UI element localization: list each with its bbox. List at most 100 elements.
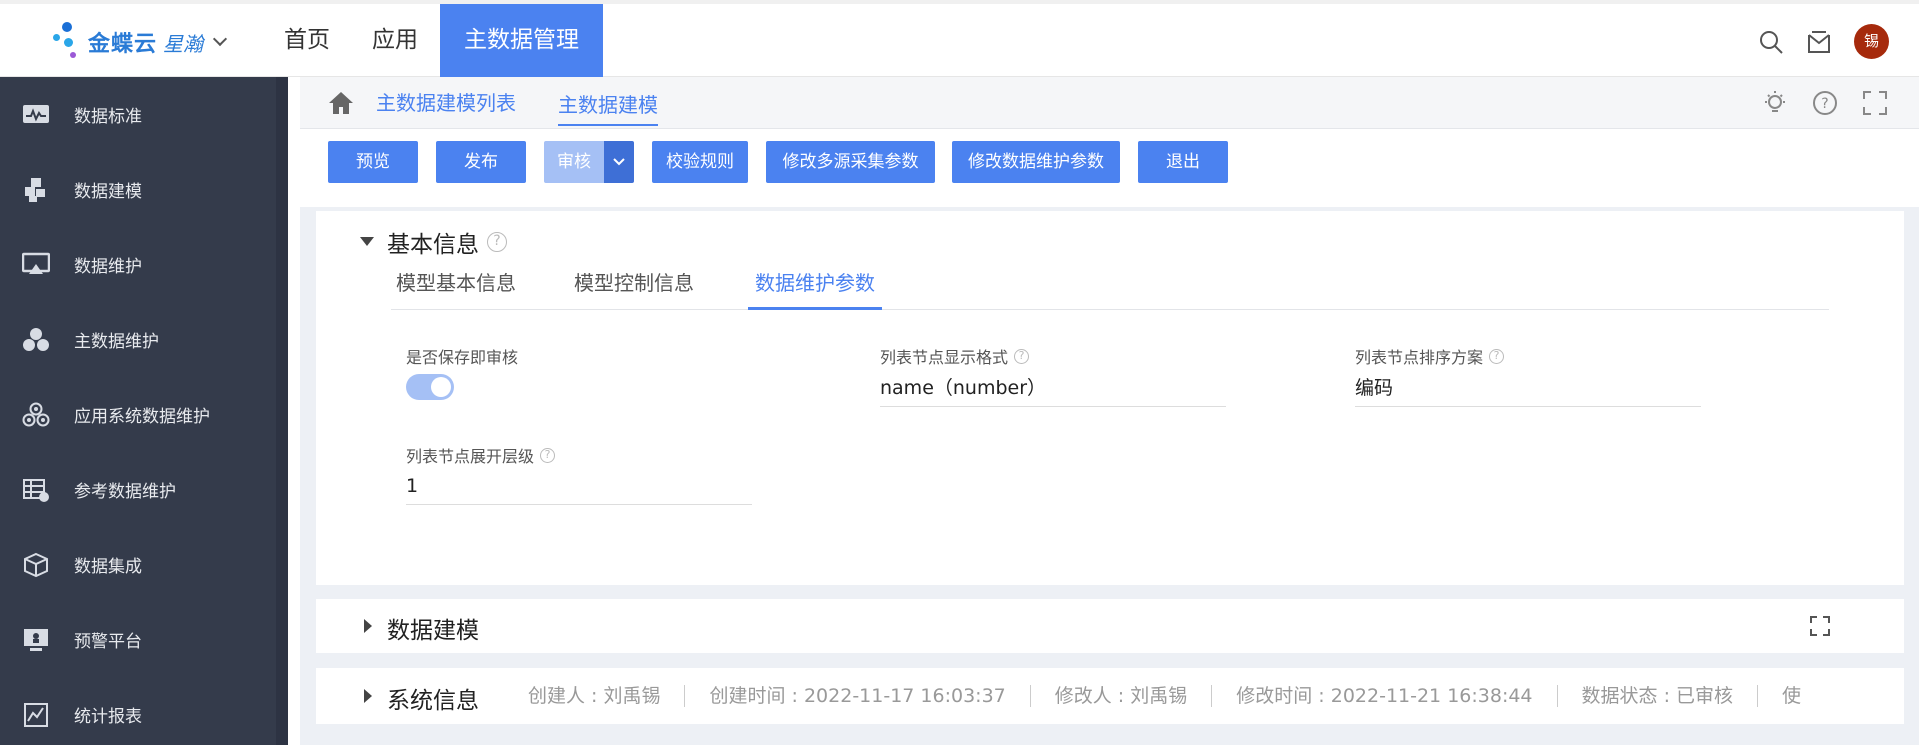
audit-button[interactable]: 审核 (544, 141, 604, 183)
sort-scheme-field[interactable]: 编码 (1355, 371, 1701, 407)
expand-arrow-icon[interactable] (364, 619, 372, 633)
alert-screen-icon (22, 626, 50, 654)
breadcrumb-model-list[interactable]: 主数据建模列表 (376, 77, 516, 129)
sidebar-item-alert-platform[interactable]: 预警平台 (0, 602, 288, 677)
logo-mark-icon (50, 22, 86, 62)
brand-logo[interactable]: 金蝶云 星瀚 (50, 22, 228, 62)
apps-cluster-icon (22, 401, 50, 429)
cluster-icon (22, 326, 50, 354)
help-icon[interactable]: ? (487, 232, 507, 252)
svg-text:?: ? (1821, 96, 1828, 112)
sidebar-item-label: 参考数据维护 (74, 482, 176, 502)
chevron-down-icon[interactable] (212, 31, 228, 47)
display-format-field[interactable]: name（number） (880, 371, 1226, 407)
lightbulb-icon[interactable] (1761, 89, 1789, 117)
fullscreen-icon[interactable] (1861, 89, 1889, 117)
breadcrumb-modeling[interactable]: 主数据建模 (558, 80, 658, 126)
breadcrumb: 主数据建模列表 主数据建模 ? (300, 77, 1919, 129)
sidebar-item-data-standard[interactable]: 数据标准 (0, 77, 288, 152)
home-icon[interactable] (328, 91, 354, 115)
nav-master-data[interactable]: 主数据管理 (440, 4, 603, 77)
top-nav: 首页 应用 主数据管理 (268, 4, 603, 77)
sidebar: 数据标准 数据建模 数据维护 主数据维护 应用系统数据维护 参考数据维护 数据集… (0, 77, 288, 745)
edit-maintenance-params-button[interactable]: 修改数据维护参数 (952, 141, 1120, 183)
creator-info: 创建人 : 刘禹锡 (504, 685, 686, 707)
screen-icon (22, 251, 50, 279)
data-modeling-panel: 数据建模 (316, 599, 1904, 653)
cube-icon (22, 551, 50, 579)
expand-arrow-icon[interactable] (364, 689, 372, 703)
tab-model-basic[interactable]: 模型基本信息 (391, 261, 521, 310)
sidebar-item-app-system-data[interactable]: 应用系统数据维护 (0, 377, 288, 452)
collapse-arrow-icon[interactable] (360, 237, 374, 246)
monitor-wave-icon (22, 101, 50, 129)
publish-button[interactable]: 发布 (436, 141, 526, 183)
exit-button[interactable]: 退出 (1138, 141, 1228, 183)
save-audit-toggle[interactable] (406, 374, 454, 400)
save-audit-label: 是否保存即审核 (406, 344, 518, 368)
sidebar-item-label: 统计报表 (74, 707, 142, 727)
basic-info-title: 基本信息 (387, 232, 479, 258)
audit-dropdown[interactable] (604, 141, 634, 183)
sidebar-item-data-integration[interactable]: 数据集成 (0, 527, 288, 602)
search-icon[interactable] (1758, 29, 1784, 55)
system-info-row: 创建人 : 刘禹锡 创建时间 : 2022-11-17 16:03:37 修改人… (504, 668, 1825, 724)
validate-rules-button[interactable]: 校验规则 (652, 141, 748, 183)
expand-level-label-text: 列表节点展开层级 (406, 447, 535, 466)
top-actions: 锡 (1758, 24, 1889, 59)
created-time-info: 创建时间 : 2022-11-17 16:03:37 (685, 685, 1031, 707)
sidebar-item-label: 数据集成 (74, 557, 142, 577)
sidebar-item-label: 预警平台 (74, 632, 142, 652)
sidebar-item-label: 主数据维护 (74, 332, 159, 352)
help-icon[interactable]: ? (1014, 348, 1030, 364)
sidebar-item-label: 数据标准 (74, 107, 142, 127)
modified-time-info: 修改时间 : 2022-11-21 16:38:44 (1212, 685, 1558, 707)
data-modeling-title[interactable]: 数据建模 (387, 611, 479, 645)
message-box-icon[interactable] (1806, 29, 1832, 55)
brand-sub: 星瀚 (163, 31, 204, 56)
chevron-down-icon (613, 158, 625, 166)
chart-report-icon (22, 701, 50, 729)
expand-level-label: 列表节点展开层级 ? (406, 443, 556, 467)
truncated-info: 使 (1782, 685, 1802, 707)
toggle-knob (431, 377, 451, 397)
save-audit-label-text: 是否保存即审核 (406, 348, 519, 367)
fullscreen-icon[interactable] (1809, 615, 1831, 637)
app-root: 金蝶云 星瀚 首页 应用 主数据管理 锡 数据标准 数据建模 数据维护 主数据维… (0, 0, 1919, 745)
basic-info-panel: 基本信息 ? 模型基本信息 模型控制信息 数据维护参数 是否保存即审核 列表节点… (316, 211, 1904, 585)
sort-scheme-label: 列表节点排序方案 ? (1355, 344, 1505, 368)
sidebar-item-label: 数据维护 (74, 257, 142, 277)
avatar[interactable]: 锡 (1854, 24, 1889, 59)
display-format-label: 列表节点显示格式 ? (880, 344, 1030, 368)
system-info-panel: 系统信息 创建人 : 刘禹锡 创建时间 : 2022-11-17 16:03:3… (316, 668, 1904, 724)
breadcrumb-actions: ? (1761, 89, 1889, 117)
modifier-info: 修改人 : 刘禹锡 (1031, 685, 1213, 707)
top-header: 金蝶云 星瀚 首页 应用 主数据管理 锡 (0, 0, 1919, 77)
blocks-icon (22, 176, 50, 204)
main-content: 主数据建模列表 主数据建模 ? 预览 发布 审核 校验规则 修改多源采集参数 修… (300, 77, 1919, 745)
sidebar-item-master-data[interactable]: 主数据维护 (0, 302, 288, 377)
sidebar-item-data-modeling[interactable]: 数据建模 (0, 152, 288, 227)
tab-maintenance-params[interactable]: 数据维护参数 (748, 261, 882, 310)
nav-home[interactable]: 首页 (268, 4, 350, 77)
sidebar-item-reference-data[interactable]: 参考数据维护 (0, 452, 288, 527)
system-info-title[interactable]: 系统信息 (387, 681, 479, 715)
help-circle-icon[interactable]: ? (1811, 89, 1839, 117)
breadcrumb-items: 主数据建模列表 主数据建模 (328, 77, 658, 129)
display-format-label-text: 列表节点显示格式 (880, 348, 1009, 367)
sidebar-item-data-maintenance[interactable]: 数据维护 (0, 227, 288, 302)
basic-info-header[interactable]: 基本信息 ? (387, 225, 507, 259)
edit-multi-source-button[interactable]: 修改多源采集参数 (766, 141, 935, 183)
brand-name: 金蝶云 (88, 32, 158, 57)
nav-apps[interactable]: 应用 (350, 4, 440, 77)
data-status-info: 数据状态 : 已审核 (1558, 685, 1759, 707)
table-gear-icon (22, 476, 50, 504)
basic-info-tabs: 模型基本信息 模型控制信息 数据维护参数 (391, 261, 1829, 310)
sidebar-item-reports[interactable]: 统计报表 (0, 677, 288, 745)
help-icon[interactable]: ? (1489, 348, 1505, 364)
help-icon[interactable]: ? (540, 447, 556, 463)
expand-level-field[interactable]: 1 (406, 469, 752, 505)
preview-button[interactable]: 预览 (328, 141, 418, 183)
sidebar-item-label: 数据建模 (74, 182, 142, 202)
tab-model-control[interactable]: 模型控制信息 (569, 261, 699, 310)
